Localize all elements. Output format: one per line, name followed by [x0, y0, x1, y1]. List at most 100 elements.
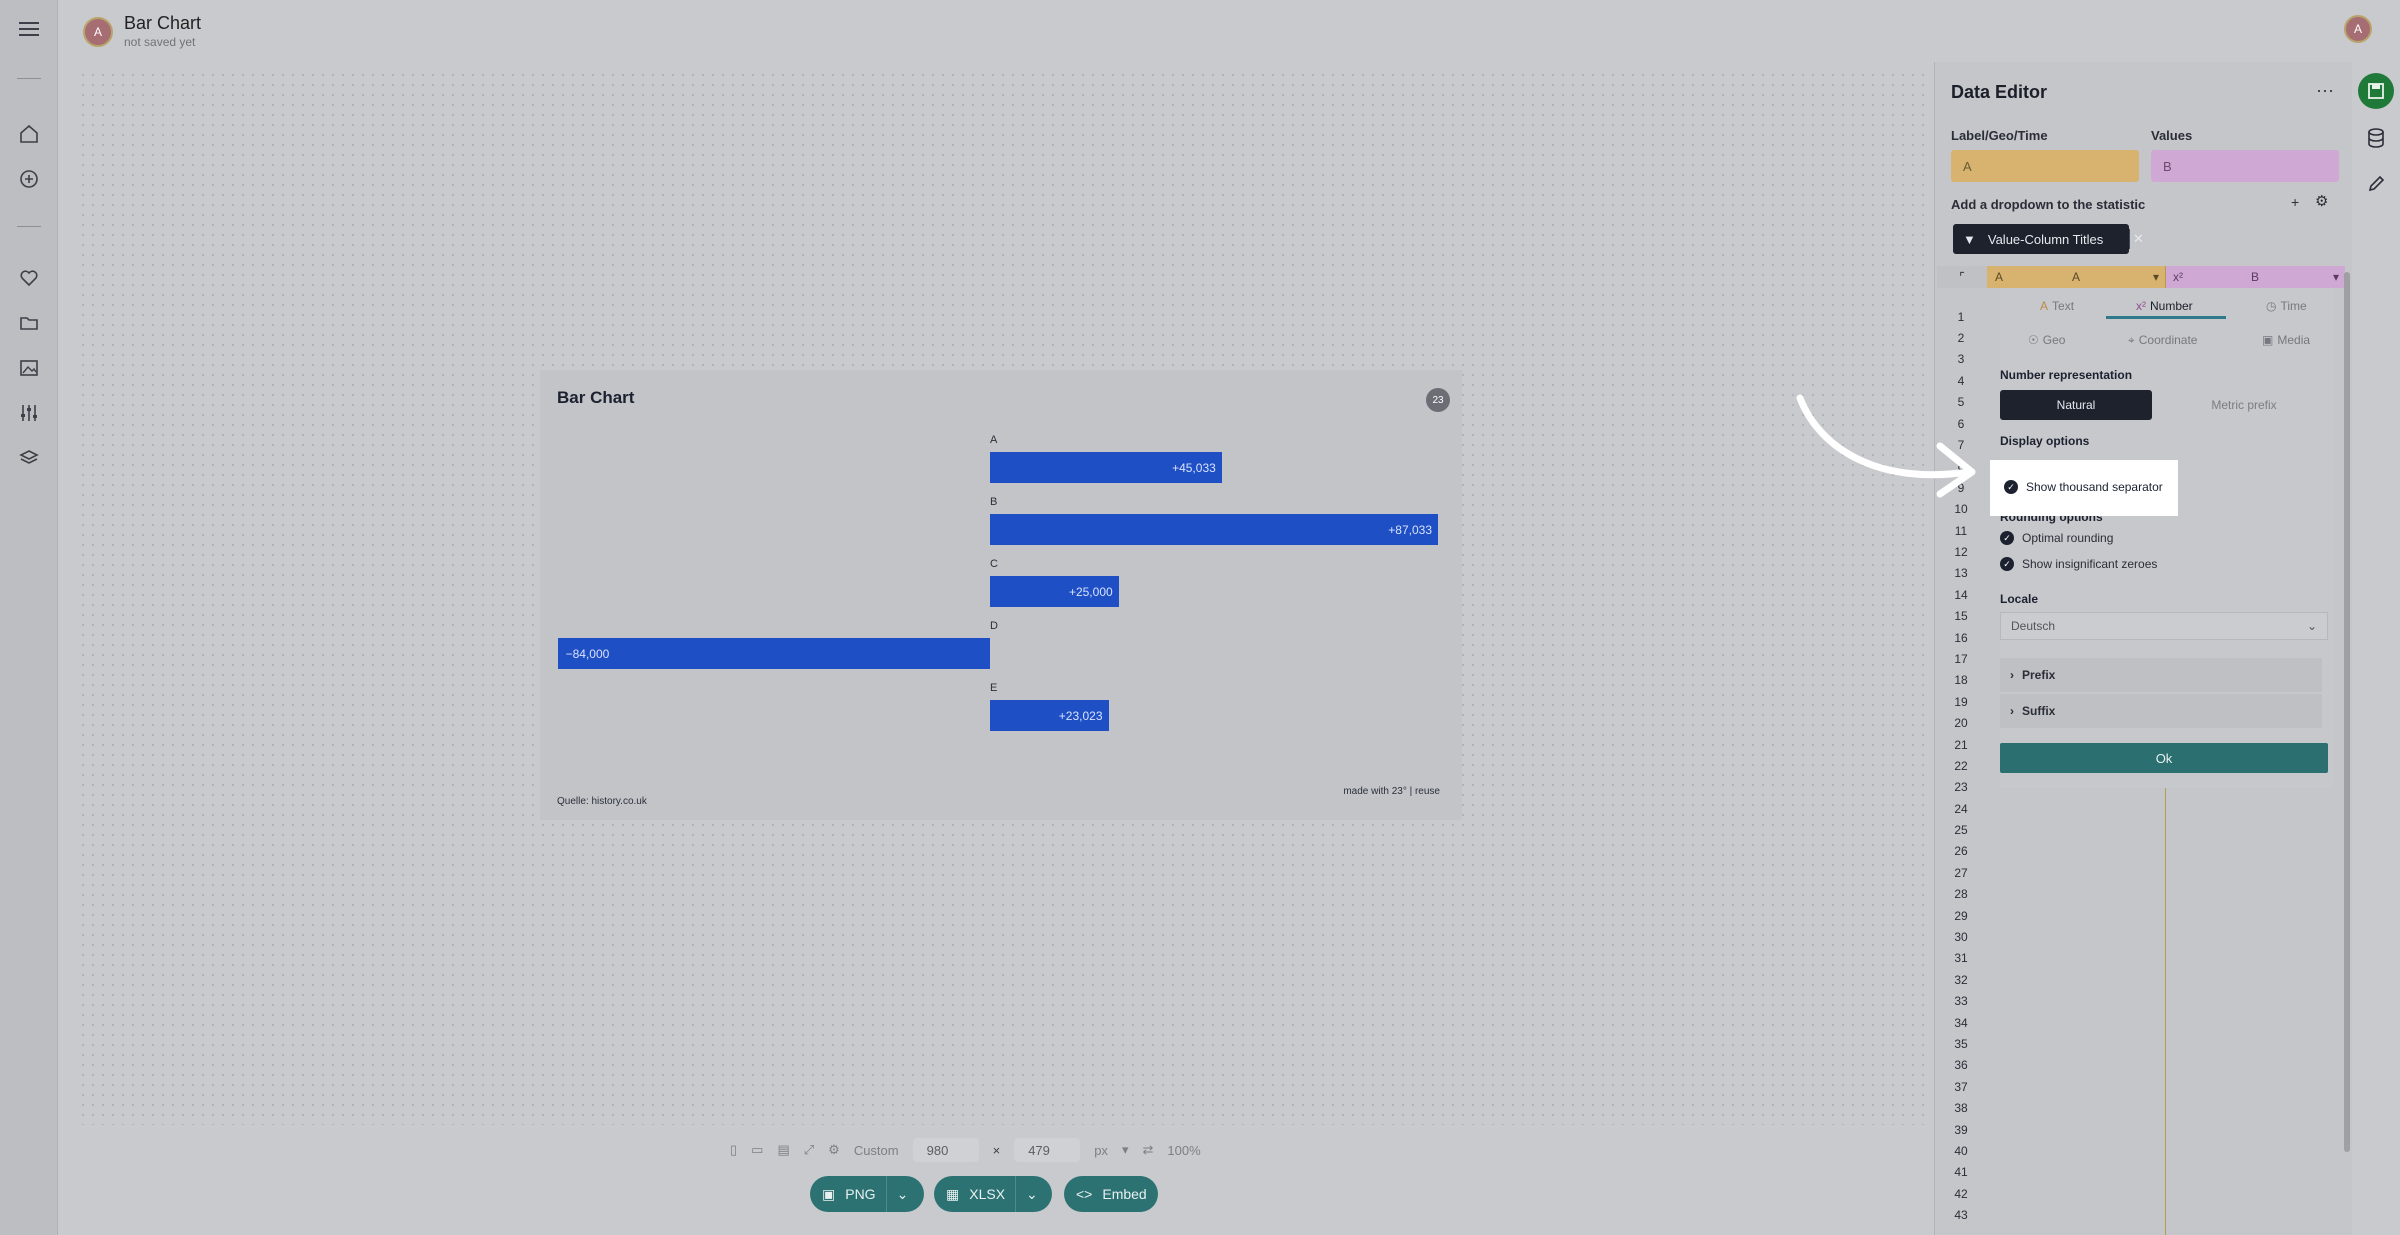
values-column-field[interactable]: B [2151, 150, 2339, 182]
row-number[interactable]: 16 [1935, 627, 1987, 648]
size-preset[interactable]: Custom [854, 1143, 899, 1158]
mobile-icon[interactable]: ▯ [730, 1142, 737, 1158]
user-avatar[interactable]: A [2344, 15, 2372, 43]
export-xlsx-button[interactable]: ▦ XLSX ⌄ [934, 1176, 1052, 1212]
chart-card[interactable]: Bar Chart 23 A +45,033 B +87,033 C +25,000 D −8… [540, 370, 1462, 820]
row-number[interactable]: 15 [1935, 605, 1987, 626]
add-icon[interactable]: + [2291, 194, 2299, 210]
row-number[interactable]: 38 [1935, 1097, 1987, 1118]
sliders-icon[interactable] [17, 401, 41, 425]
image-icon[interactable] [17, 356, 41, 380]
folder-icon[interactable] [17, 311, 41, 335]
plus-circle-icon[interactable] [17, 167, 41, 191]
row-number[interactable]: 2 [1935, 327, 1987, 348]
avatar[interactable]: A [83, 17, 113, 47]
row-number[interactable]: 14 [1935, 584, 1987, 605]
row-number[interactable]: 3 [1935, 349, 1987, 370]
row-number[interactable]: 23 [1935, 777, 1987, 798]
laptop-icon[interactable]: ▤ [777, 1142, 789, 1158]
value-column-titles-chip[interactable]: ▼ Value-Column Titles ✕ [1953, 224, 2144, 254]
scrollbar[interactable] [2344, 272, 2350, 1152]
embed-button[interactable]: <> Embed [1064, 1176, 1158, 1212]
row-number[interactable]: 27 [1935, 862, 1987, 883]
row-number[interactable]: 13 [1935, 563, 1987, 584]
home-icon[interactable] [17, 122, 41, 146]
row-number[interactable]: 1 [1935, 306, 1987, 327]
row-number[interactable]: 24 [1935, 798, 1987, 819]
row-number[interactable]: 12 [1935, 541, 1987, 562]
row-number[interactable]: 35 [1935, 1033, 1987, 1054]
row-number[interactable]: 11 [1935, 520, 1987, 541]
close-icon[interactable]: ✕ [2129, 229, 2147, 249]
row-number[interactable]: 10 [1935, 499, 1987, 520]
document-title[interactable]: Bar Chart [124, 13, 201, 34]
chevron-down-icon[interactable]: ▾ [1122, 1142, 1129, 1158]
row-number[interactable]: 42 [1935, 1183, 1987, 1204]
width-input[interactable]: 980 [912, 1138, 979, 1162]
chart-credit[interactable]: made with 23° | reuse [1343, 786, 1440, 797]
row-number[interactable]: 41 [1935, 1162, 1987, 1183]
chevron-down-icon[interactable]: ⌄ [885, 1176, 908, 1212]
row-number[interactable]: 39 [1935, 1119, 1987, 1140]
export-png-button[interactable]: ▣ PNG ⌄ [810, 1176, 924, 1212]
row-number[interactable]: 36 [1935, 1055, 1987, 1076]
row-number[interactable]: 17 [1935, 648, 1987, 669]
zoom-level[interactable]: 100% [1167, 1143, 1200, 1158]
bar[interactable]: +45,033 [990, 452, 1222, 483]
row-number[interactable]: 34 [1935, 1012, 1987, 1033]
row-number[interactable]: 22 [1935, 755, 1987, 776]
natural-option[interactable]: Natural [2000, 390, 2152, 420]
layers-icon[interactable] [17, 446, 41, 470]
menu-icon[interactable] [17, 17, 41, 41]
row-number[interactable]: 37 [1935, 1076, 1987, 1097]
save-button[interactable] [2358, 73, 2394, 109]
row-number[interactable]: 29 [1935, 905, 1987, 926]
more-icon[interactable]: ··· [2316, 80, 2334, 101]
thousand-separator-checkbox[interactable]: ✓ Show thousand separator [2004, 480, 2163, 494]
tab-geo[interactable]: ☉ Geo [2028, 328, 2065, 352]
chevron-down-icon[interactable]: ▾ [2333, 270, 2339, 284]
locale-select[interactable]: Deutsch ⌄ [2000, 612, 2328, 640]
chevron-down-icon[interactable]: ⌄ [1015, 1176, 1038, 1212]
column-header-b[interactable]: x² B ▾ [2165, 266, 2345, 288]
row-number[interactable]: 25 [1935, 819, 1987, 840]
optimal-rounding-checkbox[interactable]: ✓ Optimal rounding [2000, 531, 2113, 545]
row-number[interactable]: 20 [1935, 712, 1987, 733]
tab-text[interactable]: A Text [2040, 294, 2074, 318]
row-number[interactable]: 18 [1935, 670, 1987, 691]
bar[interactable]: −84,000 [557, 638, 990, 669]
row-number[interactable]: 32 [1935, 969, 1987, 990]
row-number[interactable]: 30 [1935, 926, 1987, 947]
suffix-accordion[interactable]: › Suffix [2000, 694, 2322, 728]
heart-icon[interactable] [17, 266, 41, 290]
label-column-field[interactable]: A [1951, 150, 2139, 182]
chevron-down-icon[interactable]: ▾ [2153, 270, 2159, 284]
tablet-icon[interactable]: ▭ [751, 1142, 763, 1158]
row-number[interactable]: 19 [1935, 691, 1987, 712]
row-number[interactable]: 4 [1935, 370, 1987, 391]
bar[interactable]: +23,023 [990, 700, 1109, 731]
row-number[interactable]: 21 [1935, 734, 1987, 755]
row-number[interactable]: 28 [1935, 884, 1987, 905]
bar[interactable]: +87,033 [990, 514, 1438, 545]
column-header-a[interactable]: A A ▾ [1987, 266, 2165, 288]
row-number[interactable]: 40 [1935, 1140, 1987, 1161]
bar[interactable]: +25,000 [990, 576, 1119, 607]
tab-time[interactable]: ◷ Time [2266, 294, 2307, 318]
insignificant-zeroes-checkbox[interactable]: ✓ Show insignificant zeroes [2000, 557, 2157, 571]
tab-media[interactable]: ▣ Media [2262, 328, 2310, 352]
tab-number[interactable]: x² Number [2136, 294, 2193, 318]
gear-icon[interactable]: ⚙ [2315, 192, 2328, 210]
tab-coordinate[interactable]: ⌖ Coordinate [2128, 328, 2197, 352]
row-number[interactable]: 43 [1935, 1204, 1987, 1225]
select-all-corner[interactable]: ⌜ [1937, 266, 1987, 288]
pencil-icon[interactable] [2358, 166, 2394, 202]
gear-icon[interactable]: ⚙ [828, 1142, 840, 1158]
row-number[interactable]: 33 [1935, 991, 1987, 1012]
row-number[interactable]: 31 [1935, 948, 1987, 969]
row-number[interactable]: 26 [1935, 841, 1987, 862]
zoom-icon[interactable]: ⇄ [1142, 1142, 1153, 1158]
prefix-accordion[interactable]: › Prefix [2000, 658, 2322, 692]
height-input[interactable]: 479 [1014, 1138, 1081, 1162]
metric-prefix-option[interactable]: Metric prefix [2160, 390, 2328, 420]
